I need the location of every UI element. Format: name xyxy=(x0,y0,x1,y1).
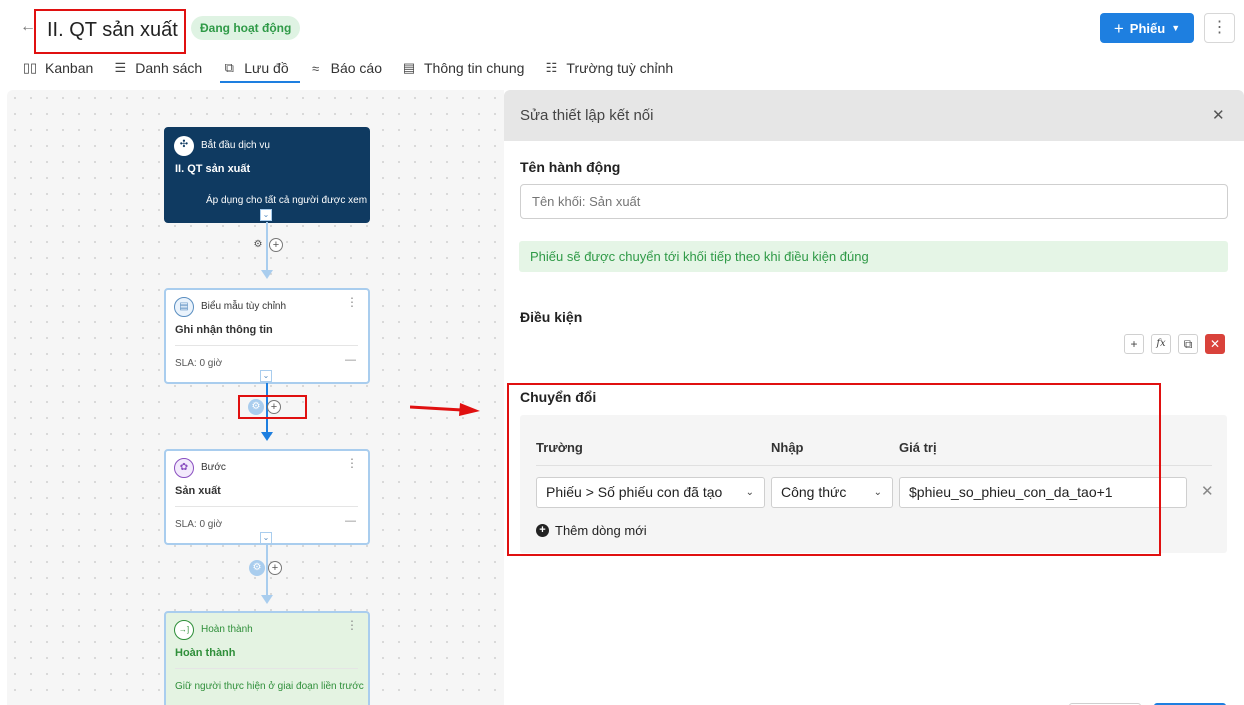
report-icon: ≈ xyxy=(312,60,320,76)
collapse-toggle-icon[interactable]: ⌄ xyxy=(260,370,272,382)
add-node-icon[interactable]: + xyxy=(268,561,282,575)
condition-label: Điều kiện xyxy=(520,309,583,325)
start-service-icon: ✣ xyxy=(174,136,194,156)
delete-icon: ✕ xyxy=(1209,337,1221,351)
tab-list[interactable]: ☰ Danh sách xyxy=(112,56,202,80)
node-name: Hoàn thành xyxy=(175,647,236,659)
node-description: Áp dụng cho tất cả người được xem xyxy=(206,195,368,206)
info-message: Phiếu sẽ được chuyển tới khối tiếp theo … xyxy=(519,241,1228,272)
arrowhead xyxy=(261,595,273,604)
list-icon: ☰ xyxy=(114,60,127,75)
view-tabs: ▯▯ Kanban ☰ Danh sách ⧉ Lưu đồ ≈ Báo cáo ▤ Th… xyxy=(22,56,692,84)
conversion-highlight-box xyxy=(507,383,1161,556)
gear-icon[interactable]: ⚙ xyxy=(249,560,265,576)
complete-icon: →] xyxy=(174,620,194,640)
plus-icon: + xyxy=(1130,337,1138,351)
collapse-toggle-icon[interactable]: ⌄ xyxy=(260,209,272,221)
kebab-icon: ⋮ xyxy=(1211,19,1228,36)
flow-node-complete[interactable]: →] Hoàn thành ⋮ Hoàn thành Giữ người thự… xyxy=(164,611,370,705)
more-options-button[interactable]: ⋮ xyxy=(1204,13,1235,43)
tab-kanban[interactable]: ▯▯ Kanban xyxy=(22,56,93,80)
phieu-button[interactable]: + Phiếu ▼ xyxy=(1100,13,1194,43)
copy-icon: ⧉ xyxy=(1183,337,1193,351)
divider xyxy=(175,345,358,346)
node-type: Biểu mẫu tùy chỉnh xyxy=(201,301,287,312)
node-type: Hoàn thành xyxy=(201,624,253,635)
dash-icon: — xyxy=(345,354,356,366)
divider xyxy=(175,668,358,669)
tab-report[interactable]: ≈ Báo cáo xyxy=(308,56,382,80)
tab-flowchart[interactable]: ⧉ Lưu đồ xyxy=(221,56,289,80)
selected-connector-highlight xyxy=(238,395,307,419)
node-name: Ghi nhận thông tin xyxy=(175,324,273,336)
collapse-toggle-icon[interactable]: ⌄ xyxy=(260,532,272,544)
connector-controls: ⚙ + xyxy=(250,237,283,253)
kanban-icon: ▯▯ xyxy=(22,60,38,75)
panel-title: Sửa thiết lập kết nối xyxy=(520,107,654,124)
node-sla: SLA: 0 giờ xyxy=(175,358,223,369)
node-name: II. QT sản xuất xyxy=(175,163,251,175)
tab-general-info[interactable]: ▤ Thông tin chung xyxy=(401,56,525,80)
connector-controls: ⚙ + xyxy=(249,560,282,576)
flow-icon: ⧉ xyxy=(224,60,234,75)
gear-icon[interactable]: ⚙ xyxy=(250,237,266,253)
flow-node-step[interactable]: ✿ Bước ⋮ Sản xuất SLA: 0 giờ — xyxy=(164,449,370,545)
arrowhead xyxy=(261,432,273,441)
node-type: Bắt đầu dịch vụ xyxy=(201,140,270,151)
node-name: Sản xuất xyxy=(175,485,221,497)
add-condition-button[interactable]: + xyxy=(1124,334,1144,354)
form-icon: ▤ xyxy=(174,297,194,317)
tab-custom-fields[interactable]: ☷ Trường tuỳ chỉnh xyxy=(543,56,674,80)
step-icon: ✿ xyxy=(174,458,194,478)
active-tab-indicator xyxy=(220,81,300,83)
node-sla: SLA: 0 giờ xyxy=(175,519,223,530)
info-icon: ▤ xyxy=(402,60,416,75)
caret-down-icon: ▼ xyxy=(1171,23,1181,33)
delete-condition-button[interactable]: ✕ xyxy=(1205,334,1225,354)
copy-condition-button[interactable]: ⧉ xyxy=(1178,334,1198,354)
condition-toolbar: + fx ⧉ ✕ xyxy=(1124,334,1225,354)
phieu-button-label: Phiếu xyxy=(1129,20,1166,36)
divider xyxy=(175,506,358,507)
node-description: Giữ người thực hiện ở giai đoạn liền trư… xyxy=(175,681,364,692)
function-icon: fx xyxy=(1156,338,1166,349)
annotation-arrow-icon xyxy=(410,403,480,416)
add-node-icon[interactable]: + xyxy=(269,238,283,252)
arrowhead xyxy=(261,270,273,279)
dash-icon: — xyxy=(345,515,356,527)
custom-fields-icon: ☷ xyxy=(545,60,558,75)
action-name-label: Tên hành động xyxy=(520,159,621,175)
node-menu-icon[interactable]: ⋮ xyxy=(346,619,358,631)
title-highlight-box xyxy=(34,9,186,54)
remove-row-icon[interactable]: ✕ xyxy=(1201,482,1214,500)
plus-icon: + xyxy=(1113,18,1124,38)
node-type: Bước xyxy=(201,462,226,473)
node-menu-icon[interactable]: ⋮ xyxy=(346,457,358,469)
status-badge: Đang hoạt động xyxy=(191,16,301,40)
formula-button[interactable]: fx xyxy=(1151,334,1171,354)
node-menu-icon[interactable]: ⋮ xyxy=(346,296,358,308)
action-name-input[interactable] xyxy=(520,184,1228,219)
close-icon[interactable]: ✕ xyxy=(1212,106,1225,124)
